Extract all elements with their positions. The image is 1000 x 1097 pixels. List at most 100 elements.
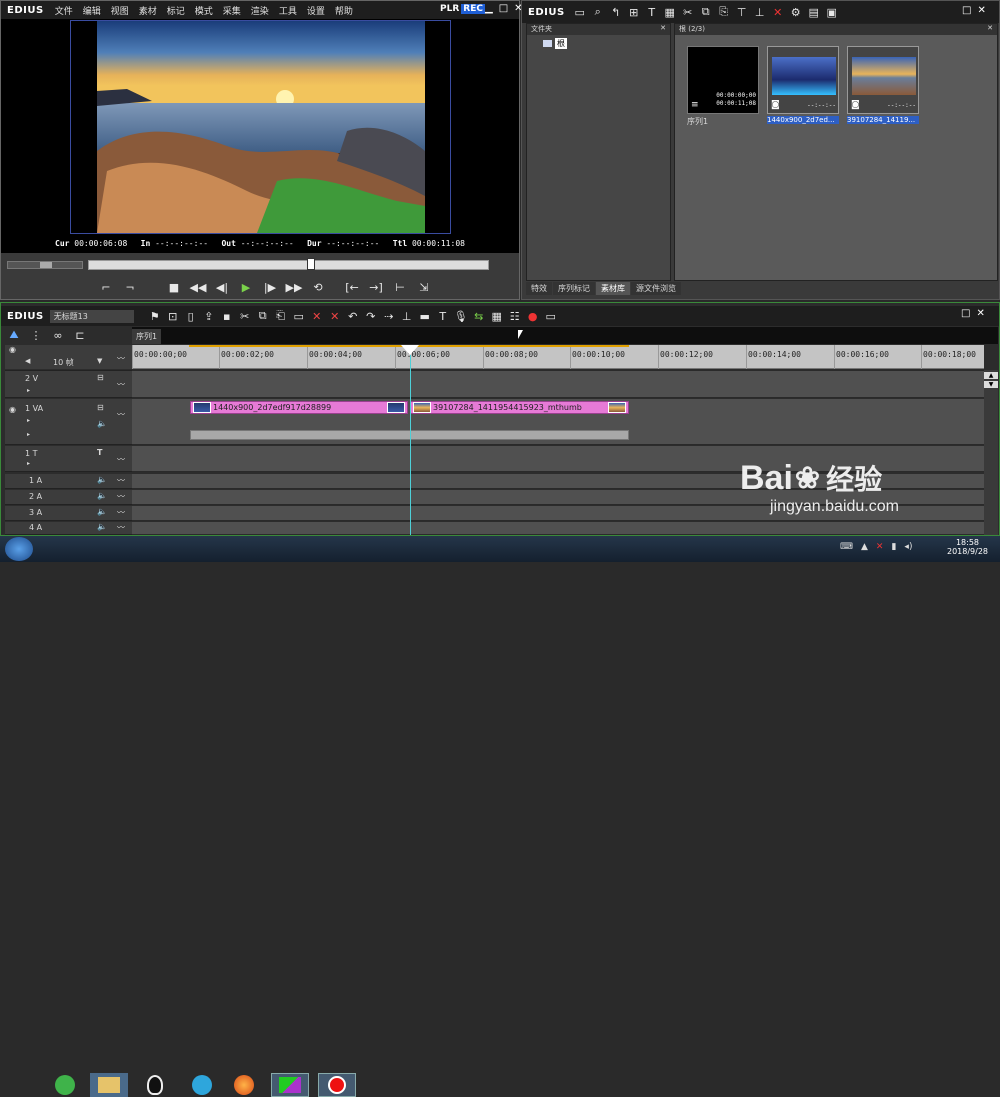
loop-icon[interactable]: ⟲ <box>309 279 327 295</box>
track-video-icon-1va[interactable]: ⊟ <box>97 403 104 412</box>
taskbar-app-media[interactable] <box>183 1073 221 1097</box>
search-icon[interactable]: ⌕ <box>589 4 607 20</box>
sync-lock-icon[interactable]: ⋮ <box>27 327 45 343</box>
zoom-dropdown-icon[interactable]: ▼ <box>97 357 102 365</box>
track-header-1t[interactable]: 1 T T ▸ 〰 <box>5 446 132 472</box>
tl-paste-icon[interactable]: ⎗ <box>272 308 290 324</box>
add-clip-icon[interactable]: ⊞ <box>625 4 643 20</box>
network-icon[interactable]: ▮ <box>891 542 896 552</box>
track-eye-icon-1va[interactable]: ◉ <box>9 405 16 414</box>
taskbar-app-explorer[interactable] <box>90 1073 128 1097</box>
clip-pane-close-icon[interactable]: ✕ <box>987 24 997 35</box>
time-ruler[interactable]: 00:00:00;00 00:00:02;00 00:00:04;00 00:0… <box>132 345 984 369</box>
insert-icon[interactable]: [← <box>343 279 361 295</box>
track-lane-1va[interactable]: 1440x900_2d7edf917d28899 39107284_141195… <box>132 399 984 445</box>
paste-icon[interactable]: ⎘ <box>715 4 733 20</box>
tab-sequence-markers[interactable]: 序列标记 <box>553 282 595 295</box>
layout-icon[interactable]: ▭ <box>542 308 560 324</box>
menu-render[interactable]: 渲染 <box>246 4 274 17</box>
bin-maximize-icon[interactable]: □ <box>962 5 971 16</box>
taskbar-app-edius[interactable] <box>271 1073 309 1097</box>
menu-capture[interactable]: 采集 <box>218 4 246 17</box>
track-expand-icon-1t[interactable]: ▸ <box>27 460 30 467</box>
play-icon[interactable]: ▶ <box>237 279 255 295</box>
track-wave-icon-2v[interactable]: 〰 <box>117 379 125 390</box>
volume-icon[interactable]: ◂) <box>904 542 912 552</box>
shuttle-slider[interactable] <box>7 261 83 269</box>
render-icon[interactable]: ⇆ <box>470 308 488 324</box>
track-header-1va[interactable]: ◉ 1 VA ⊟ 🔈 ▸ ▸ 〰 <box>5 399 132 445</box>
bin-close-icon[interactable]: ✕ <box>977 5 985 16</box>
maximize-icon[interactable]: □ <box>499 3 508 14</box>
mode-rec[interactable]: REC <box>461 4 485 14</box>
track-speaker-icon-1va[interactable]: 🔈 <box>97 419 107 428</box>
title-icon[interactable]: T <box>434 308 452 324</box>
redo-icon[interactable]: ↷ <box>362 308 380 324</box>
track-wave-icon-1va[interactable]: 〰 <box>117 409 125 420</box>
mode-plr[interactable]: PLR <box>438 4 461 14</box>
mixer-icon[interactable]: ☷ <box>506 308 524 324</box>
link-icon[interactable]: ∞ <box>49 327 67 343</box>
taskbar-app-qq[interactable] <box>136 1073 174 1097</box>
export-icon[interactable]: ⇲ <box>415 279 433 295</box>
trim-icon[interactable]: ⊢ <box>391 279 409 295</box>
track-header-3a[interactable]: 3 A 🔈 〰 <box>5 506 132 521</box>
timeline-clip-1[interactable]: 1440x900_2d7edf917d28899 <box>190 401 408 414</box>
taskbar-app-firefox[interactable] <box>225 1073 263 1097</box>
wave-icon-1a[interactable]: 〰 <box>117 475 125 486</box>
menu-edit[interactable]: 编辑 <box>78 4 106 17</box>
undo-icon[interactable]: ↶ <box>344 308 362 324</box>
stop-icon[interactable]: ■ <box>165 279 183 295</box>
keyframe-icon[interactable]: ▬ <box>416 308 434 324</box>
waveform-icon[interactable]: 〰 <box>117 353 125 364</box>
copy-icon[interactable]: ⧉ <box>697 4 715 20</box>
track-header-1a[interactable]: 1 A 🔈 〰 <box>5 474 132 489</box>
minimize-icon[interactable]: ▁ <box>485 3 493 14</box>
title-track-icon[interactable]: T <box>97 448 102 457</box>
scroll-up-icon[interactable]: ▲ <box>984 372 998 379</box>
timeline-clip-2[interactable]: 39107284_1411954415923_mthumb <box>410 401 629 414</box>
wave-icon-3a[interactable]: 〰 <box>117 507 125 518</box>
cut-icon[interactable]: ✂ <box>679 4 697 20</box>
wave-icon-2a[interactable]: 〰 <box>117 491 125 502</box>
scroll-down-icon[interactable]: ▼ <box>984 381 998 388</box>
bin-item-clip2[interactable]: ◙ --:--:-- 39107284_14119... <box>847 46 919 130</box>
wave-icon-4a[interactable]: 〰 <box>117 522 125 533</box>
sync-icon[interactable]: ⇢ <box>380 308 398 324</box>
track-mute-icon-2v[interactable]: ⊟ <box>97 373 104 382</box>
track-expand2-icon-1va[interactable]: ▸ <box>27 431 30 438</box>
replace-icon[interactable]: ▭ <box>290 308 308 324</box>
track-header-2v[interactable]: 2 V ⊟ ▸ 〰 <box>5 370 132 398</box>
ripple-mode-icon[interactable]: ⛰ <box>5 327 23 343</box>
step-forward-icon[interactable]: |▶ <box>261 279 279 295</box>
track-lane-2v[interactable] <box>132 370 984 398</box>
fast-forward-icon[interactable]: ▶▶ <box>285 279 303 295</box>
playhead-marker[interactable] <box>401 345 419 355</box>
overwrite-icon[interactable]: →] <box>367 279 385 295</box>
rewind-icon[interactable]: ◀◀ <box>189 279 207 295</box>
new-project-icon[interactable]: ⚑ <box>146 308 164 324</box>
view-icon[interactable]: ▤ <box>805 4 823 20</box>
menu-file[interactable]: 文件 <box>50 4 78 17</box>
speaker-icon-2a[interactable]: 🔈 <box>97 491 107 500</box>
folder-icon[interactable]: ▭ <box>571 4 589 20</box>
new-file-icon[interactable]: ▯ <box>182 308 200 324</box>
mode-switch[interactable]: PLR REC <box>438 4 485 14</box>
menu-mode[interactable]: 模式 <box>190 4 218 17</box>
open-icon[interactable]: ⇪ <box>200 308 218 324</box>
sequence-tab[interactable]: 序列1 <box>132 329 162 344</box>
briefcase-icon[interactable]: ▣ <box>823 4 841 20</box>
keyboard-icon[interactable]: ⌨ <box>840 542 853 552</box>
insert-timeline-icon[interactable]: ⊥ <box>751 4 769 20</box>
shuttle-handle[interactable] <box>40 262 52 268</box>
taskbar-app-recorder[interactable] <box>318 1073 356 1097</box>
track-header-2a[interactable]: 2 A 🔈 〰 <box>5 490 132 505</box>
step-back-icon[interactable]: ◀| <box>213 279 231 295</box>
tl-copy-icon[interactable]: ⧉ <box>254 308 272 324</box>
tl-close-icon[interactable]: ✕ <box>976 308 984 319</box>
track-header-4a[interactable]: 4 A 🔈 〰 <box>5 522 132 535</box>
speaker-icon-3a[interactable]: 🔈 <box>97 507 107 516</box>
menu-view[interactable]: 视图 <box>106 4 134 17</box>
zoom-down-icon[interactable]: ◀ <box>25 357 30 365</box>
eye-icon[interactable]: ◉ <box>9 345 16 354</box>
